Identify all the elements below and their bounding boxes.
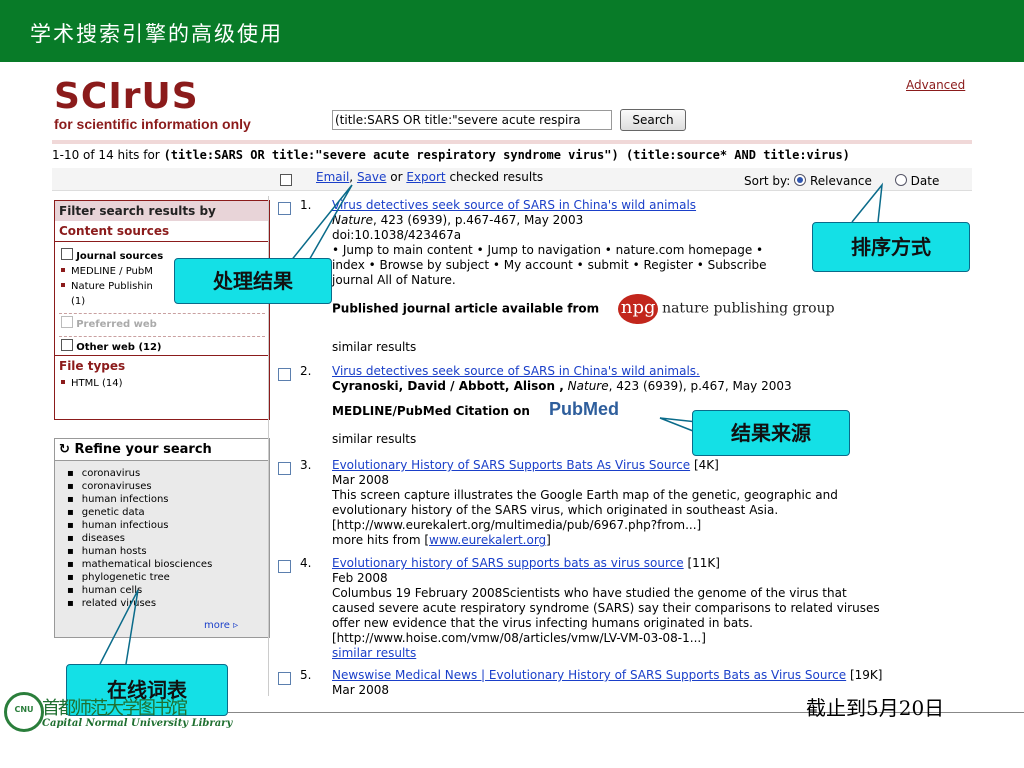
- export-link[interactable]: Export: [406, 170, 445, 184]
- slide-title: 学术搜索引擎的高级使用: [30, 22, 283, 46]
- refine-terms-list: coronavirus coronaviruses human infectio…: [55, 467, 269, 610]
- refine-term[interactable]: human cells: [67, 584, 269, 597]
- result-checkbox[interactable]: [278, 462, 291, 478]
- hits-count: 1-10 of 14 hits for: [52, 148, 160, 162]
- hits-summary: 1-10 of 14 hits for (title:SARS OR title…: [52, 148, 850, 162]
- file-types-heading: File types: [55, 355, 269, 376]
- library-name: Capital Normal University Library: [42, 718, 233, 729]
- result-title-link[interactable]: Evolutionary history of SARS supports ba…: [332, 556, 684, 570]
- refine-term[interactable]: phylogenetic tree: [67, 571, 269, 584]
- file-type-html[interactable]: HTML (14): [55, 376, 269, 391]
- journal-sources-checkbox[interactable]: [61, 248, 73, 260]
- result-checkbox[interactable]: [278, 368, 291, 384]
- callout-process-results: 处理结果: [174, 258, 332, 304]
- result-title-link[interactable]: Newswise Medical News | Evolutionary His…: [332, 668, 846, 682]
- refine-term[interactable]: related viruses: [67, 597, 269, 610]
- similar-results-link[interactable]: similar results: [332, 646, 416, 660]
- result-item: Virus detectives seek source of SARS in …: [332, 364, 792, 393]
- relevance-label[interactable]: Relevance: [810, 174, 872, 188]
- refine-term[interactable]: human hosts: [67, 545, 269, 558]
- export-actions: Email, Save or Export checked results: [316, 170, 544, 184]
- more-hits-site-link[interactable]: www.eurekalert.org: [429, 533, 546, 547]
- similar-results-link[interactable]: similar results: [332, 340, 416, 355]
- pubmed-logo[interactable]: PubMed: [549, 399, 619, 419]
- refine-more-link[interactable]: more ▹: [204, 620, 238, 631]
- scirus-logo[interactable]: SCIrUS: [54, 78, 199, 116]
- result-number: 3.: [300, 458, 312, 472]
- date-label[interactable]: Date: [911, 174, 940, 188]
- hits-query: (title:SARS OR title:"severe acute respi…: [163, 148, 850, 162]
- refine-term[interactable]: coronavirus: [67, 467, 269, 480]
- result-item: Evolutionary History of SARS Supports Ba…: [332, 458, 838, 547]
- filter-header: Filter search results by: [55, 201, 269, 221]
- result-checkbox[interactable]: [278, 672, 291, 688]
- library-logo-glyphs: 首都师范大学图书馆: [42, 698, 188, 719]
- filter-panel: Filter search results by Content sources…: [54, 200, 270, 420]
- refine-term[interactable]: diseases: [67, 532, 269, 545]
- other-web-option[interactable]: Other web (12): [55, 337, 269, 355]
- checked-results-text: checked results: [449, 170, 544, 184]
- refine-term[interactable]: coronaviruses: [67, 480, 269, 493]
- date-radio[interactable]: [894, 174, 907, 186]
- result-title-link[interactable]: Virus detectives seek source of SARS in …: [332, 198, 696, 212]
- header-divider: [52, 140, 972, 144]
- result-number: 2.: [300, 364, 312, 378]
- result-number: 4.: [300, 556, 312, 570]
- refine-term[interactable]: genetic data: [67, 506, 269, 519]
- journal-sources-label: Journal sources: [76, 251, 164, 262]
- date-note: 截止到5月20日: [806, 696, 945, 720]
- relevance-radio[interactable]: [794, 174, 807, 186]
- scirus-screenshot: SCIrUS for scientific information only A…: [52, 72, 972, 696]
- refine-panel: ↻ Refine your search coronavirus coronav…: [54, 438, 270, 638]
- preferred-web-option[interactable]: Preferred web: [55, 314, 269, 332]
- or-text: or: [390, 170, 403, 184]
- refresh-icon: ↻: [59, 442, 70, 457]
- refine-term[interactable]: human infections: [67, 493, 269, 506]
- result-title-link[interactable]: Evolutionary History of SARS Supports Ba…: [332, 458, 690, 472]
- search-button[interactable]: Search: [620, 109, 686, 131]
- slide-header: 学术搜索引擎的高级使用: [0, 0, 1024, 62]
- content-sources-heading: Content sources: [55, 221, 269, 242]
- refine-term[interactable]: human infectious: [67, 519, 269, 532]
- email-link[interactable]: Email: [316, 170, 349, 184]
- nature-publishing-group-logo[interactable]: nature publishing group: [662, 301, 835, 317]
- scirus-tagline: for scientific information only: [54, 116, 251, 132]
- result-number: 1.: [300, 198, 312, 212]
- search-input[interactable]: (title:SARS OR title:"severe acute respi…: [332, 110, 612, 130]
- result-checkbox[interactable]: [278, 202, 291, 218]
- refine-header: ↻ Refine your search: [55, 439, 269, 461]
- sort-options: Sort by: Relevance Date: [744, 174, 939, 188]
- pubmed-availability: MEDLINE/PubMed Citation on PubMed: [332, 399, 620, 419]
- result-checkbox[interactable]: [278, 560, 291, 576]
- save-link[interactable]: Save: [357, 170, 386, 184]
- refine-term[interactable]: mathematical biosciences: [67, 558, 269, 571]
- publisher-availability: Published journal article available from…: [332, 294, 835, 324]
- preferred-web-label: Preferred web: [76, 319, 157, 330]
- other-web-label: Other web (12): [76, 342, 162, 353]
- result-number: 5.: [300, 668, 312, 682]
- sort-by-label: Sort by:: [744, 174, 791, 188]
- npg-logo[interactable]: npg: [618, 294, 659, 324]
- callout-result-source: 结果来源: [692, 410, 850, 456]
- callout-sort-method: 排序方式: [812, 222, 970, 272]
- cnu-badge: CNU: [4, 692, 44, 732]
- advanced-search-link[interactable]: Advanced: [906, 78, 965, 92]
- select-all-checkbox[interactable]: [280, 174, 292, 189]
- result-item: Evolutionary history of SARS supports ba…: [332, 556, 880, 660]
- result-title-link[interactable]: Virus detectives seek source of SARS in …: [332, 364, 700, 378]
- similar-results-link[interactable]: similar results: [332, 432, 416, 447]
